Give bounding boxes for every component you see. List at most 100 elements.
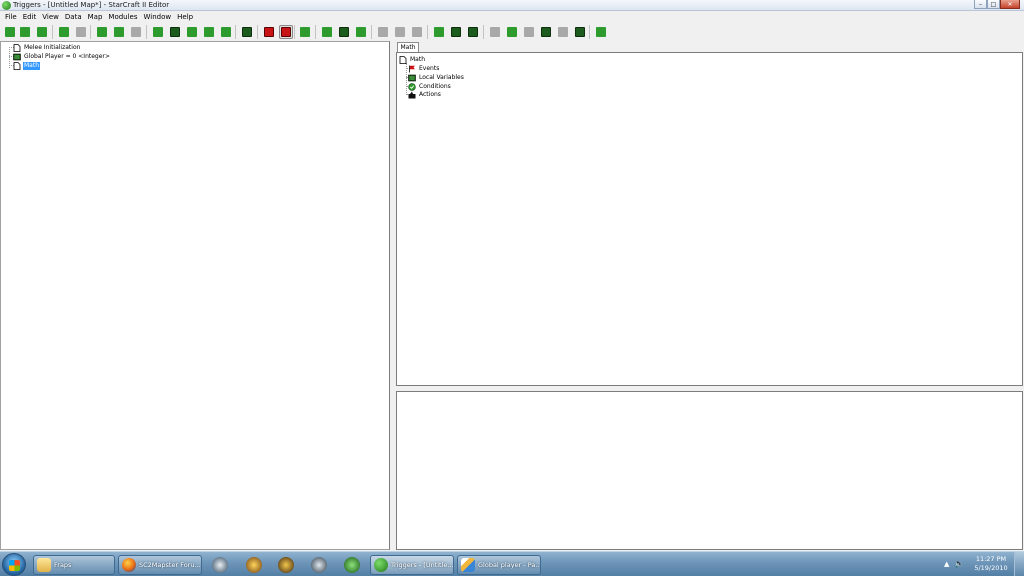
menu-view[interactable]: View xyxy=(39,11,62,22)
disabled-c-button[interactable] xyxy=(505,25,519,39)
disabled-a-button[interactable] xyxy=(466,25,480,39)
disabled-e-button[interactable] xyxy=(539,25,553,39)
new-action-def-icon xyxy=(339,27,349,37)
menu-map[interactable]: Map xyxy=(85,11,106,22)
save-map-icon xyxy=(37,27,47,37)
toolbar-separator xyxy=(235,25,236,39)
hon-icon xyxy=(278,557,294,573)
minimize-button[interactable]: – xyxy=(974,0,987,9)
modules-icon xyxy=(596,27,606,37)
open-map-button[interactable] xyxy=(18,25,32,39)
test-map-button[interactable] xyxy=(432,25,446,39)
paste-button[interactable] xyxy=(129,25,143,39)
test-map-icon xyxy=(434,27,444,37)
maximize-button[interactable]: □ xyxy=(987,0,1000,9)
clock[interactable]: 11:27 PM 5/19/2010 xyxy=(970,555,1012,573)
new-trigger-red-icon xyxy=(264,27,274,37)
content-local-variables[interactable]: Local Variables xyxy=(408,73,465,82)
content-root-math[interactable]: Math xyxy=(399,55,426,64)
start-button[interactable] xyxy=(2,553,26,576)
disabled-c-icon xyxy=(507,27,517,37)
new-variable-button[interactable] xyxy=(320,25,334,39)
pinned-steam[interactable] xyxy=(204,555,236,575)
disabled-f-button[interactable] xyxy=(556,25,570,39)
arrow-right-button[interactable] xyxy=(393,25,407,39)
close-button[interactable]: ✕ xyxy=(1000,0,1020,9)
element-detail-pane[interactable] xyxy=(396,391,1023,550)
terrain-editor-button[interactable] xyxy=(151,25,165,39)
toolbar-separator xyxy=(146,25,147,39)
task-sc2-editor[interactable]: Triggers - [Untitle... xyxy=(370,555,454,575)
script-icon xyxy=(575,27,585,37)
menu-data[interactable]: Data xyxy=(62,11,85,22)
show-desktop-button[interactable] xyxy=(1014,552,1024,576)
tree-item-label: Global Player = 0 <Integer> xyxy=(24,52,110,60)
modules-button[interactable] xyxy=(594,25,608,39)
redo-button[interactable] xyxy=(74,25,88,39)
undo-button[interactable] xyxy=(57,25,71,39)
menu-modules[interactable]: Modules xyxy=(105,11,140,22)
save-map-button[interactable] xyxy=(35,25,49,39)
disabled-d-icon xyxy=(524,27,534,37)
new-folder-button[interactable] xyxy=(298,25,312,39)
trigger-editor-button[interactable] xyxy=(168,25,182,39)
trigger-icon xyxy=(13,61,21,70)
taskbar: Fraps SC2Mapster Foru... Triggers - [Unt… xyxy=(0,551,1024,576)
trigger-editor-icon xyxy=(170,27,180,37)
new-action-def-button[interactable] xyxy=(337,25,351,39)
pinned-sc2[interactable] xyxy=(336,555,368,575)
starcraft-icon xyxy=(311,557,327,573)
tree-item-label: Melee Initialization xyxy=(24,43,81,51)
new-trigger-red-button[interactable] xyxy=(262,25,276,39)
tree-item-global-player[interactable]: Global Player = 0 <Integer> xyxy=(13,52,111,61)
copy-button[interactable] xyxy=(112,25,126,39)
task-fraps[interactable]: Fraps xyxy=(33,555,115,575)
disabled-b-button[interactable] xyxy=(488,25,502,39)
trigger-icon xyxy=(13,43,21,52)
task-paint[interactable]: Global player - Pa... xyxy=(457,555,541,575)
content-events[interactable]: Events xyxy=(408,64,440,73)
flag-icon xyxy=(409,65,415,72)
pinned-hon[interactable] xyxy=(270,555,302,575)
tree-item-math[interactable]: Math xyxy=(13,61,41,70)
content-actions[interactable]: Actions xyxy=(408,90,442,99)
vertical-splitter[interactable] xyxy=(390,41,395,550)
menu-help[interactable]: Help xyxy=(174,11,196,22)
cut-icon xyxy=(97,27,107,37)
new-map-button[interactable] xyxy=(3,25,17,39)
ai-editor-button[interactable] xyxy=(240,25,254,39)
import-editor-button[interactable] xyxy=(219,25,233,39)
cut-button[interactable] xyxy=(95,25,109,39)
new-function-button[interactable] xyxy=(354,25,368,39)
pinned-warcraft[interactable] xyxy=(238,555,270,575)
new-folder-icon xyxy=(300,27,310,37)
data-editor-button[interactable] xyxy=(185,25,199,39)
main-toolbar xyxy=(0,22,1024,42)
text-editor-icon xyxy=(204,27,214,37)
toolbar-separator xyxy=(90,25,91,39)
menu-file[interactable]: File xyxy=(2,11,20,22)
flag-button[interactable] xyxy=(376,25,390,39)
toolbar-separator xyxy=(483,25,484,39)
script-button[interactable] xyxy=(573,25,587,39)
new-trigger-pressed-button[interactable] xyxy=(279,25,293,39)
trigger-content-pane[interactable]: Math Events Local Variables Conditions A… xyxy=(396,52,1023,386)
content-item-label: Local Variables xyxy=(419,73,464,81)
menu-window[interactable]: Window xyxy=(141,11,175,22)
task-firefox[interactable]: SC2Mapster Foru... xyxy=(118,555,202,575)
tree-item-melee-init[interactable]: Melee Initialization xyxy=(13,43,81,52)
warcraft-icon xyxy=(246,557,262,573)
disabled-d-button[interactable] xyxy=(522,25,536,39)
new-item-disabled-button[interactable] xyxy=(410,25,424,39)
variable-icon xyxy=(13,53,21,60)
open-map-icon xyxy=(20,27,30,37)
pinned-starcraft[interactable] xyxy=(303,555,335,575)
menu-edit[interactable]: Edit xyxy=(20,11,40,22)
show-hidden-icons-button[interactable]: ▲ xyxy=(944,560,949,568)
volume-icon[interactable]: 🔈 xyxy=(954,559,964,568)
flag-icon xyxy=(378,27,388,37)
sc2-editor-app-icon[interactable] xyxy=(2,1,11,10)
trigger-list-pane[interactable]: Melee Initialization Global Player = 0 <… xyxy=(0,41,390,550)
text-editor-button[interactable] xyxy=(202,25,216,39)
run-button[interactable] xyxy=(449,25,463,39)
